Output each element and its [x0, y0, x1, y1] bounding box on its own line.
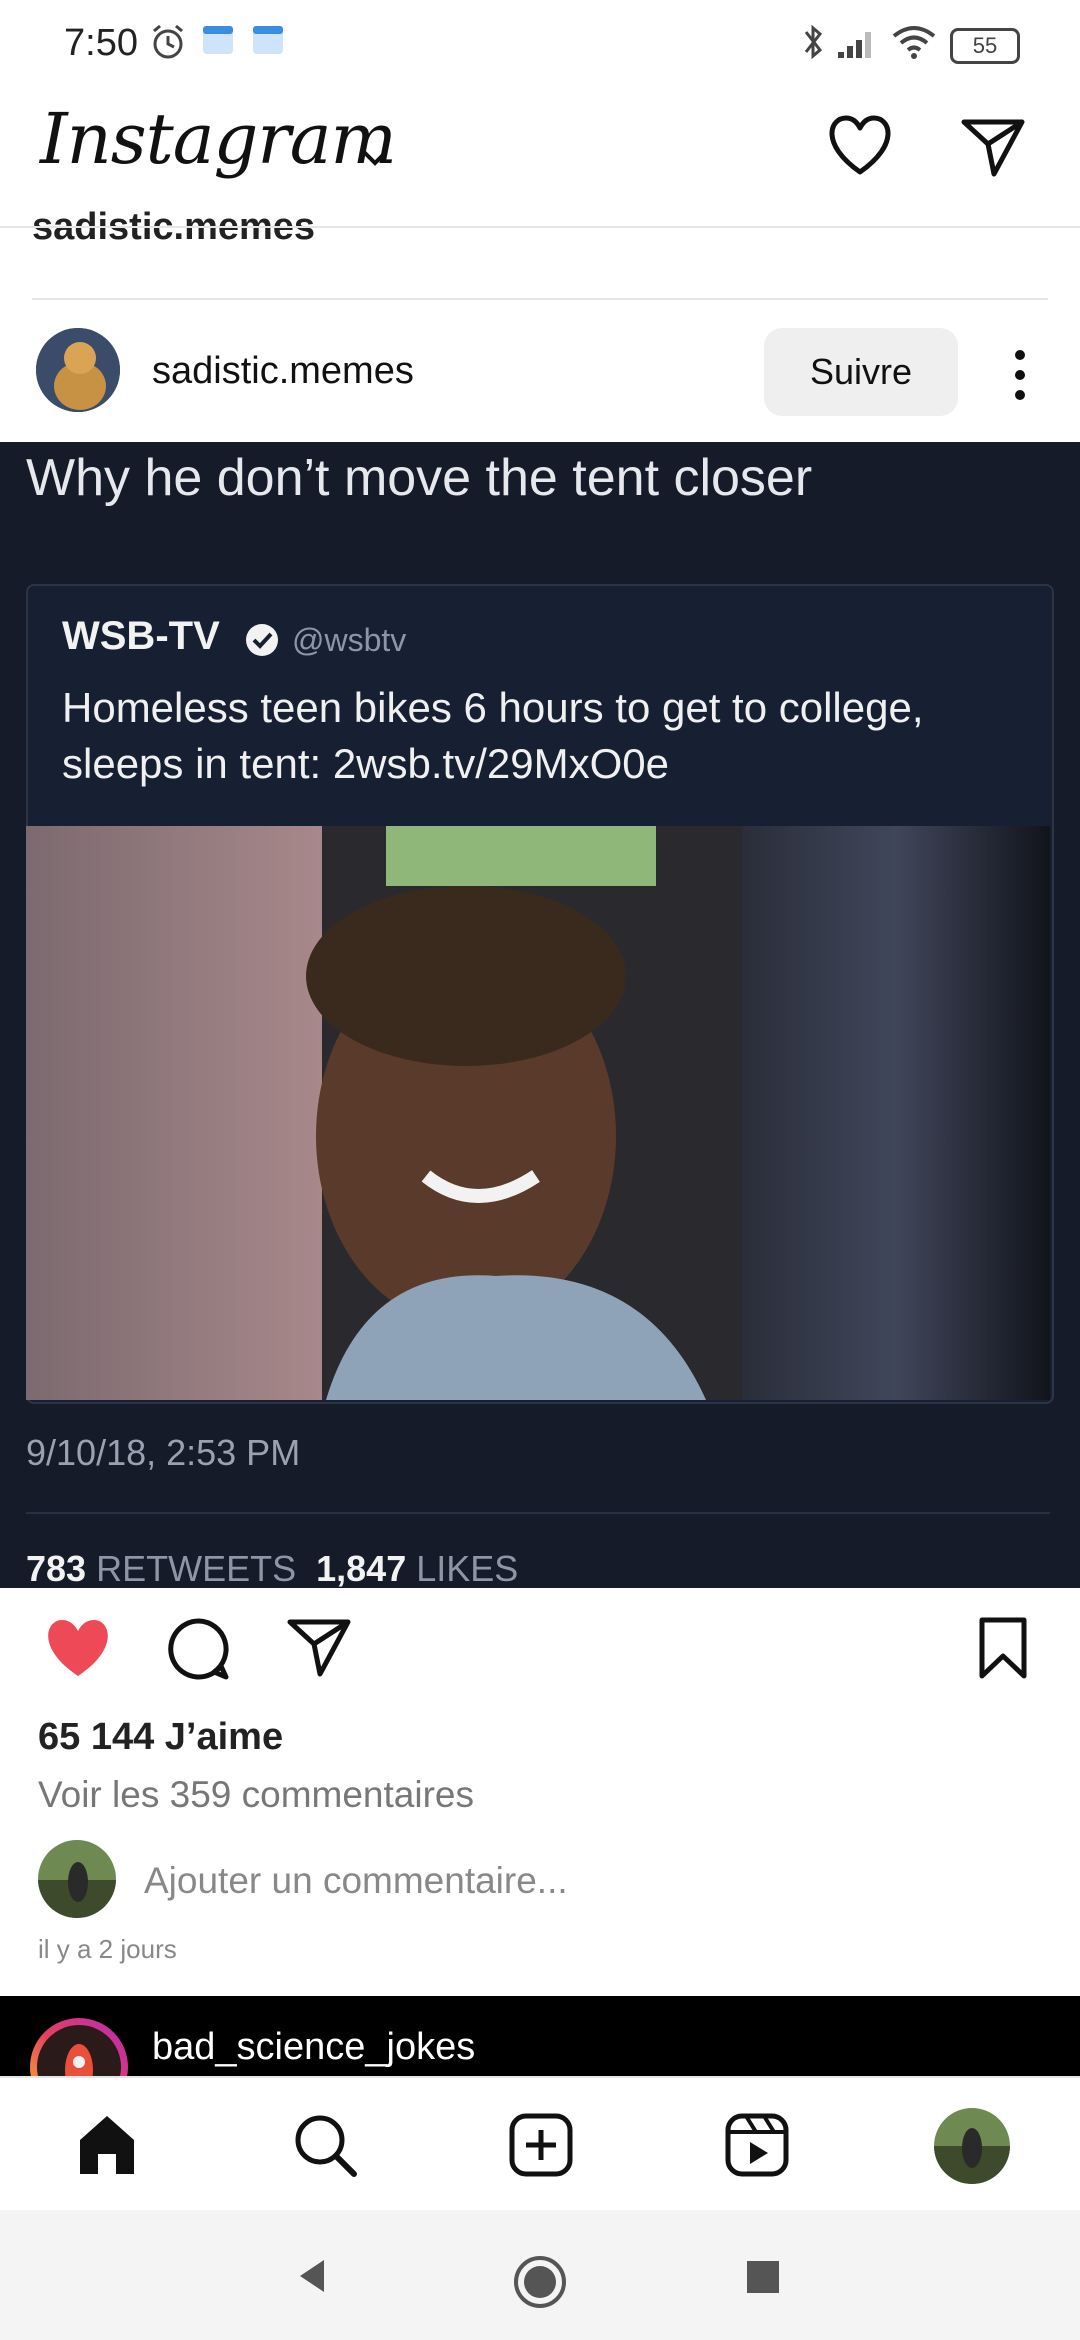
status-time: 7:50	[64, 22, 138, 64]
my-avatar-image	[38, 1840, 116, 1918]
more-options-icon[interactable]	[1000, 345, 1040, 405]
calendar-icon	[203, 26, 233, 54]
meme-caption: Why he don’t move the tent closer	[26, 449, 813, 507]
tweet-text: Homeless teen bikes 6 hours to get to co…	[62, 684, 924, 787]
reels-icon[interactable]	[724, 2112, 790, 2178]
avatar-image	[36, 328, 120, 412]
like-count[interactable]: 65 144 J’aime	[38, 1716, 283, 1759]
bottom-navigation	[0, 2076, 1080, 2212]
view-comments-link[interactable]: Voir les 359 commentaires	[38, 1774, 474, 1816]
home-icon[interactable]	[74, 2112, 140, 2178]
back-icon[interactable]	[292, 2256, 332, 2296]
alarm-icon	[153, 24, 183, 59]
like-button-liked-icon[interactable]	[42, 1616, 114, 1682]
retweets-label: RETWEETS	[96, 1548, 297, 1589]
comment-icon[interactable]	[166, 1616, 232, 1682]
add-comment-input[interactable]: Ajouter un commentaire...	[144, 1860, 568, 1902]
heart-icon[interactable]	[826, 114, 894, 178]
tweet-photo-image	[26, 826, 1050, 1400]
profile-avatar-image	[934, 2108, 1010, 2184]
next-post-username[interactable]: bad_science_jokes	[152, 2026, 475, 2069]
signal-icon	[838, 32, 871, 58]
retweet-count: 783	[26, 1548, 87, 1589]
my-avatar	[38, 1840, 116, 1918]
save-bookmark-icon[interactable]	[976, 1616, 1030, 1682]
recents-icon[interactable]	[746, 2260, 780, 2294]
tweet-handle: @wsbtv	[292, 622, 407, 658]
calendar-icon-2	[253, 26, 283, 54]
tweet-likes-label: LIKES	[416, 1548, 519, 1589]
wifi-icon	[892, 26, 936, 59]
tweet-photo	[26, 826, 1050, 1400]
tweet-date: 9/10/18, 2:53 PM	[26, 1432, 301, 1473]
direct-message-icon[interactable]	[960, 116, 1026, 178]
tweet-divider	[26, 1512, 1050, 1514]
profile-avatar[interactable]	[934, 2108, 1010, 2184]
follow-button[interactable]: Suivre	[764, 328, 958, 416]
battery-icon: 55	[950, 28, 1020, 64]
share-icon[interactable]	[286, 1616, 352, 1678]
post-time-ago: il y a 2 jours	[38, 1934, 177, 1964]
verified-badge-icon	[246, 624, 278, 656]
bluetooth-icon	[804, 24, 823, 60]
battery-level: 55	[972, 33, 998, 58]
instagram-logo[interactable]: Instagram	[40, 98, 397, 180]
post-username[interactable]: sadistic.memes	[152, 350, 414, 393]
post-author-avatar[interactable]	[36, 328, 120, 412]
tweet-stats: 783 RETWEETS 1,847 LIKES	[26, 1548, 518, 1590]
tweet-like-count: 1,847	[316, 1548, 407, 1589]
chevron-down-icon[interactable]	[360, 148, 390, 168]
home-circle-icon[interactable]	[512, 2254, 568, 2310]
system-navigation-bar	[0, 2210, 1080, 2340]
post-divider	[32, 298, 1048, 300]
new-post-icon[interactable]	[508, 2112, 574, 2178]
status-bar: 7:50 55	[0, 0, 1080, 86]
header-divider	[0, 226, 1080, 228]
search-icon[interactable]	[292, 2112, 358, 2178]
tweet-author-name: WSB-TV	[62, 614, 220, 658]
